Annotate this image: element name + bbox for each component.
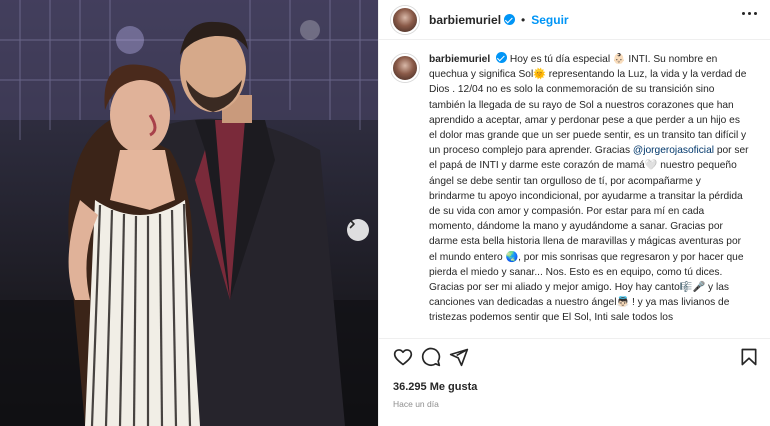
action-icons bbox=[393, 347, 759, 369]
more-options-icon[interactable] bbox=[742, 12, 757, 15]
caption-body-part2: por ser el papá de INTI y darme este cor… bbox=[429, 145, 749, 324]
bookmark-icon[interactable] bbox=[739, 347, 759, 367]
instagram-post: barbiemuriel • Seguir barbiemuriel Hoy e… bbox=[0, 0, 770, 426]
separator-dot: • bbox=[521, 12, 526, 27]
caption-username[interactable]: barbiemuriel bbox=[429, 54, 490, 65]
chevron-right-icon bbox=[349, 219, 355, 229]
mention-link[interactable]: @jorgerojasoficial bbox=[633, 145, 714, 156]
photo-illustration bbox=[0, 0, 378, 426]
likes-count[interactable]: 36.295 Me gusta bbox=[393, 381, 477, 393]
post-timestamp[interactable]: Hace un día bbox=[393, 399, 439, 409]
username-link[interactable]: barbiemuriel bbox=[429, 13, 501, 27]
heart-icon[interactable] bbox=[393, 347, 413, 367]
post-side-panel: barbiemuriel • Seguir barbiemuriel Hoy e… bbox=[378, 0, 770, 426]
verified-badge-icon bbox=[504, 14, 516, 25]
carousel-next-button[interactable] bbox=[347, 219, 369, 241]
caption: barbiemuriel Hoy es tú día especial 👶🏻 I… bbox=[391, 52, 759, 334]
caption-body-part1: Hoy es tú día especial 👶🏻 INTI. Su nombr… bbox=[429, 54, 747, 157]
caption-text: barbiemuriel Hoy es tú día especial 👶🏻 I… bbox=[429, 52, 749, 334]
verified-badge-icon bbox=[496, 52, 507, 63]
post-photo[interactable] bbox=[0, 0, 378, 426]
post-header: barbiemuriel • Seguir bbox=[379, 0, 770, 40]
actions-bar: 36.295 Me gusta Hace un día bbox=[379, 338, 770, 426]
follow-button[interactable]: Seguir bbox=[531, 13, 568, 27]
caption-avatar[interactable] bbox=[391, 54, 419, 82]
share-icon[interactable] bbox=[449, 347, 469, 367]
comment-icon[interactable] bbox=[421, 347, 441, 367]
avatar[interactable] bbox=[391, 5, 419, 34]
